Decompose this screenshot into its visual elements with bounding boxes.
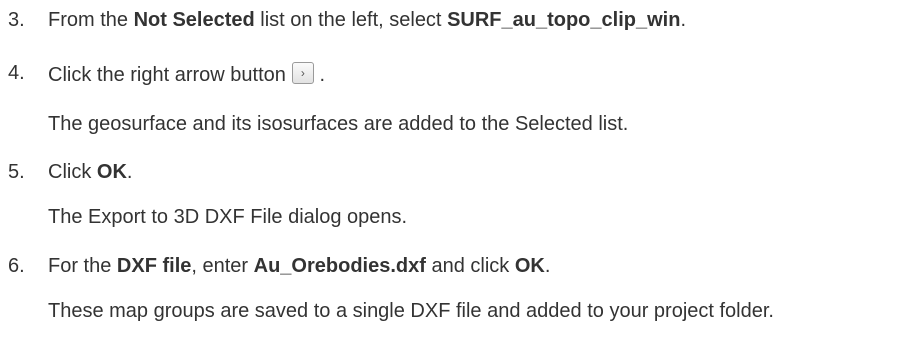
step-6-result: These map groups are saved to a single D… <box>48 300 774 322</box>
right-arrow-button-icon: › <box>291 62 314 84</box>
chevron-right-icon: › <box>300 66 305 80</box>
ui-term-dxf-file: DXF file <box>116 255 192 277</box>
step-4-result: The geosurface and its isosurfaces are a… <box>48 113 629 135</box>
step-instruction: Click OK. <box>48 161 897 184</box>
instruction-text: . <box>126 161 133 183</box>
instruction-text: and click <box>425 255 515 277</box>
step-number: 6. <box>8 255 25 277</box>
step-number: 3. <box>8 9 25 31</box>
instruction-text: . <box>313 64 326 86</box>
ui-term-not-selected: Not Selected <box>133 9 255 31</box>
ui-term-ok: OK <box>514 255 545 277</box>
instruction-text: , enter <box>191 255 254 277</box>
step-instruction: From the Not Selected list on the left, … <box>48 9 897 32</box>
ui-term-surface-name: SURF_au_topo_clip_win <box>447 9 681 31</box>
instruction-text: Click the right arrow button <box>48 64 286 86</box>
step-5-result: The Export to 3D DXF File dialog opens. <box>48 206 408 228</box>
ui-term-filename: Au_Orebodies.dxf <box>253 255 426 277</box>
instruction-text: Click <box>48 161 97 183</box>
step-instruction: For the DXF file, enter Au_Orebodies.dxf… <box>48 255 897 278</box>
instruction-text: . <box>680 9 686 31</box>
ui-term-ok: OK <box>96 161 127 183</box>
instruction-text: . <box>544 255 551 277</box>
instruction-text: For the <box>48 255 117 277</box>
step-number: 5. <box>8 161 25 183</box>
instruction-text: list on the left, select <box>254 9 448 31</box>
step-instruction: Click the right arrow button › . <box>48 62 897 87</box>
step-number: 4. <box>8 62 25 84</box>
instruction-text: From the <box>48 9 134 31</box>
